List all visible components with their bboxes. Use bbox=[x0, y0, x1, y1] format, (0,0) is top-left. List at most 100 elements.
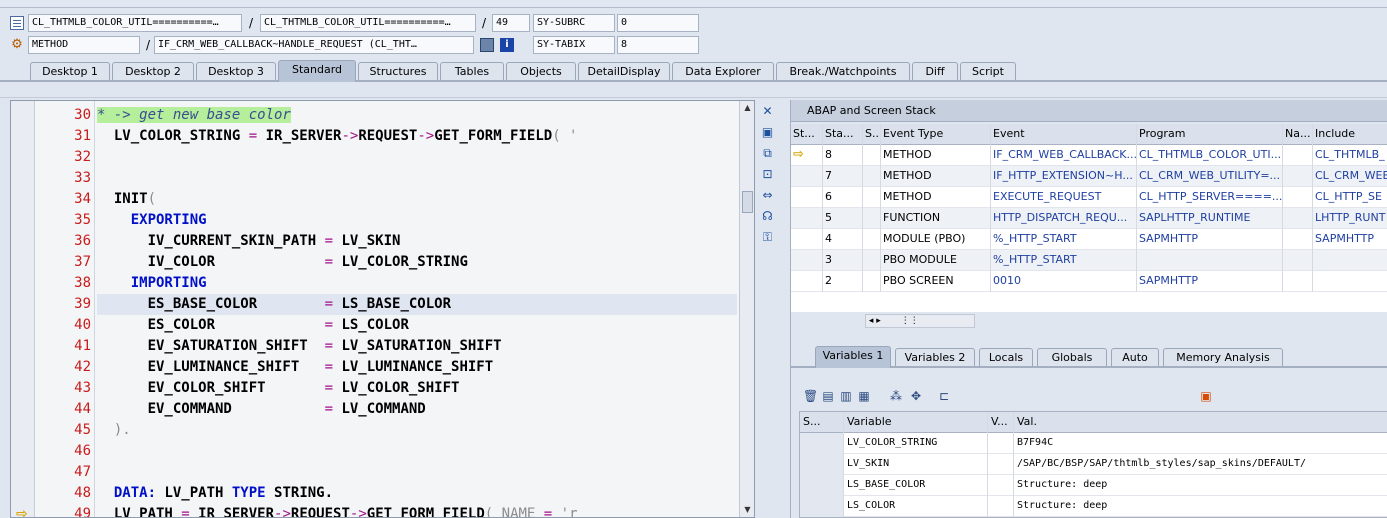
tab-script[interactable]: Script bbox=[960, 62, 1016, 80]
tab-desktop-3[interactable]: Desktop 3 bbox=[196, 62, 276, 80]
code-line[interactable]: DATA: LV_PATH TYPE STRING. bbox=[97, 483, 737, 504]
tab-diff[interactable]: Diff bbox=[912, 62, 958, 80]
line-numbers: 30 31 32 33 34 35 36 37 38 39 40 41 42 43 44 45 46 47 48 49 bbox=[35, 101, 95, 517]
tree-icon[interactable]: ⚿ bbox=[760, 230, 775, 245]
tab-standard[interactable]: Standard bbox=[278, 60, 356, 82]
scroll-thumb[interactable] bbox=[742, 191, 753, 213]
code-line[interactable]: EV_SATURATION_SHIFT = LV_SATURATION_SHIF… bbox=[97, 336, 737, 357]
scroll-down-icon[interactable]: ▼ bbox=[742, 505, 753, 515]
swap-icon[interactable]: ⇔ bbox=[760, 188, 775, 203]
event-field[interactable]: IF_CRM_WEB_CALLBACK~HANDLE_REQUEST (CL_T… bbox=[154, 36, 474, 54]
stack-row[interactable]: 6 METHOD EXECUTE_REQUEST CL_HTTP_SERVER====… bbox=[791, 187, 1387, 208]
source-code-editor[interactable]: ⇨ 30 31 32 33 34 35 36 37 38 39 40 41 42 43 44 45 46 47 48… bbox=[10, 100, 755, 518]
code-line[interactable]: ). bbox=[97, 420, 737, 441]
code-line[interactable]: ES_COLOR = LS_COLOR bbox=[97, 315, 737, 336]
code-token: LV_SATURATION_SHIFT bbox=[333, 338, 502, 354]
stack-row[interactable]: 3 PBO MODULE %_HTTP_START bbox=[791, 250, 1387, 271]
tab-variables-2[interactable]: Variables 2 bbox=[895, 348, 975, 366]
code-area[interactable]: * -> get new base color LV_COLOR_STRING … bbox=[97, 101, 739, 518]
save-icon[interactable]: ▣ bbox=[1199, 389, 1213, 403]
code-line[interactable]: EXPORTING bbox=[97, 210, 737, 231]
tab-desktop-2[interactable]: Desktop 2 bbox=[112, 62, 194, 80]
code-line[interactable]: LV_PATH = IR_SERVER->REQUEST->GET_FORM_F… bbox=[97, 504, 737, 518]
tab-structures[interactable]: Structures bbox=[358, 62, 438, 80]
stack-row[interactable]: 7 METHOD IF_HTTP_EXTENSION~H... CL_CRM_WEB_… bbox=[791, 166, 1387, 187]
main-program-field[interactable]: CL_THTMLB_COLOR_UTIL==========… bbox=[28, 14, 242, 32]
code-token: REQUEST bbox=[290, 506, 350, 518]
display-icon[interactable] bbox=[480, 38, 494, 52]
tab-locals[interactable]: Locals bbox=[979, 348, 1033, 366]
export-icon[interactable]: ▥ bbox=[839, 389, 853, 403]
tab-desktop-1[interactable]: Desktop 1 bbox=[30, 62, 110, 80]
event-type-field[interactable]: METHOD bbox=[28, 36, 140, 54]
tab-data-explorer[interactable]: Data Explorer bbox=[672, 62, 774, 80]
tab-variables-1[interactable]: Variables 1 bbox=[815, 346, 891, 368]
variable-row[interactable]: LV_SKIN/SAP/BC/BSP/SAP/thtmlb_styles/sap… bbox=[800, 454, 1387, 475]
stack-row[interactable]: 2 PBO SCREEN 0010 SAPMHTTP bbox=[791, 271, 1387, 292]
variable-cell bbox=[800, 496, 844, 517]
code-line[interactable]: EV_COMMAND = LV_COMMAND bbox=[97, 399, 737, 420]
tab-tables[interactable]: Tables bbox=[440, 62, 504, 80]
code-line[interactable]: IV_CURRENT_SKIN_PATH = LV_SKIN bbox=[97, 231, 737, 252]
code-line[interactable]: * -> get new base color bbox=[97, 105, 737, 126]
right-panel: ABAP and Screen Stack St... Sta... S... Eve… bbox=[790, 100, 1387, 518]
variable-row[interactable]: LV_COLOR_STRING B7F94C bbox=[800, 433, 1387, 454]
code-token: REQUEST bbox=[358, 128, 418, 144]
variables-header-cell: Val. bbox=[1014, 412, 1387, 433]
import-icon[interactable]: ▤ bbox=[821, 389, 835, 403]
editor-vertical-scrollbar[interactable]: ▲ ▼ bbox=[739, 101, 754, 517]
include-field[interactable]: CL_THTMLB_COLOR_UTIL==========… bbox=[260, 14, 476, 32]
code-line[interactable]: LV_COLOR_STRING = IR_SERVER->REQUEST->GE… bbox=[97, 126, 737, 147]
breakpoint-gutter[interactable]: ⇨ bbox=[11, 101, 35, 517]
code-token: STRING. bbox=[274, 485, 334, 501]
stack-horizontal-scrollbar[interactable]: ◂ ▸ ⋮⋮ bbox=[865, 314, 975, 328]
code-line[interactable]: EV_LUMINANCE_SHIFT = LV_LUMINANCE_SHIFT bbox=[97, 357, 737, 378]
variables-table[interactable]: S... Variable V... Val. LV_COLOR_STRING B7F94… bbox=[799, 411, 1387, 518]
line-number: 30 bbox=[74, 107, 91, 123]
code-line[interactable] bbox=[97, 441, 737, 462]
code-line[interactable]: IV_COLOR = LV_COLOR_STRING bbox=[97, 252, 737, 273]
stack-cell: 7 bbox=[823, 166, 863, 187]
variable-row[interactable]: LS_BASE_COLOR Structure: deep bbox=[800, 475, 1387, 496]
code-line[interactable]: EV_COLOR_SHIFT = LV_COLOR_SHIFT bbox=[97, 378, 737, 399]
new-tool-icon[interactable]: ▣ bbox=[760, 125, 775, 140]
tab-globals[interactable]: Globals bbox=[1037, 348, 1107, 366]
variable-row[interactable]: LS_COLOR Structure: deep bbox=[800, 496, 1387, 517]
stack-row[interactable]: ⇨ 8 METHOD IF_CRM_WEB_CALLBACK... CL_THTMLB_… bbox=[791, 145, 1387, 166]
stack-cell: EXECUTE_REQUEST bbox=[991, 187, 1137, 208]
line-number: 43 bbox=[74, 380, 91, 396]
code-line[interactable] bbox=[97, 147, 737, 168]
scroll-up-icon[interactable]: ▲ bbox=[742, 103, 753, 113]
layout-icon[interactable]: ▦ bbox=[857, 389, 871, 403]
filter-icon[interactable]: ⁂ bbox=[889, 389, 903, 403]
code-line[interactable] bbox=[97, 462, 737, 483]
variable-tabs: Variables 1 Variables 2 Locals Globals A… bbox=[791, 346, 1387, 368]
tab-auto[interactable]: Auto bbox=[1111, 348, 1159, 366]
stack-row[interactable]: 4 MODULE (PBO) %_HTTP_START SAPMHTTP SAPMHTT… bbox=[791, 229, 1387, 250]
stack-cell: CL_HTTP_SE bbox=[1313, 187, 1387, 208]
stack-table[interactable]: St... Sta... S... Event Type Event Program Na.… bbox=[791, 124, 1387, 328]
replace-tool-icon[interactable]: ⧉ bbox=[760, 146, 775, 161]
maximize-icon[interactable]: ⊡ bbox=[760, 167, 775, 182]
delete-icon[interactable]: 🗑 bbox=[803, 389, 818, 403]
code-line[interactable]: ES_BASE_COLOR = LS_BASE_COLOR bbox=[97, 294, 737, 315]
stack-cell: HTTP_DISPATCH_REQU... bbox=[991, 208, 1137, 229]
stack-cell: 5 bbox=[823, 208, 863, 229]
tab-memory-analysis[interactable]: Memory Analysis bbox=[1163, 348, 1283, 366]
info-icon[interactable]: i bbox=[500, 38, 514, 52]
tab-detaildisplay[interactable]: DetailDisplay bbox=[578, 62, 670, 80]
move-icon[interactable]: ✥ bbox=[909, 389, 923, 403]
line-number: 47 bbox=[74, 464, 91, 480]
code-line[interactable]: INIT( bbox=[97, 189, 737, 210]
services-icon[interactable]: ☊ bbox=[760, 209, 775, 224]
sy-subrc-value[interactable]: 0 bbox=[617, 14, 699, 32]
line-field[interactable]: 49 bbox=[492, 14, 530, 32]
close-icon[interactable]: ✕ bbox=[760, 104, 775, 119]
code-line[interactable]: IMPORTING bbox=[97, 273, 737, 294]
tab-objects[interactable]: Objects bbox=[506, 62, 576, 80]
code-line[interactable] bbox=[97, 168, 737, 189]
stack-row[interactable]: 5 FUNCTION HTTP_DISPATCH_REQU... SAPLHTTP_R… bbox=[791, 208, 1387, 229]
sy-tabix-value[interactable]: 8 bbox=[617, 36, 699, 54]
folder-icon[interactable]: ⊏ bbox=[937, 389, 951, 403]
tab-breakpoints[interactable]: Break./Watchpoints bbox=[776, 62, 910, 80]
